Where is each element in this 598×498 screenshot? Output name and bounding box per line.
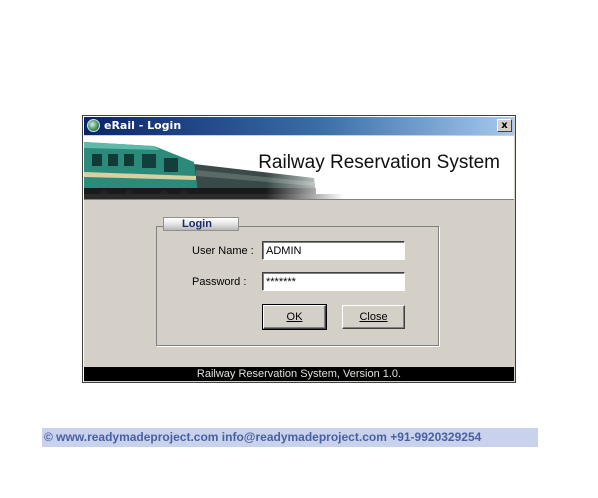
ok-button[interactable]: OK (262, 304, 327, 330)
password-label: Password : (192, 276, 247, 288)
username-label: User Name : (192, 245, 254, 257)
window-close-button[interactable]: x (497, 119, 512, 132)
password-field[interactable] (262, 272, 405, 291)
title-bar[interactable]: eRail - Login x (84, 117, 514, 135)
globe-icon (87, 119, 100, 132)
login-group-label: Login (163, 217, 239, 231)
footer-banner: © www.readymadeproject.com info@readymad… (42, 428, 538, 447)
close-icon: x (501, 120, 508, 131)
banner-title: Railway Reservation System (258, 152, 500, 173)
login-window: eRail - Login x Railway Reservation Syst… (82, 115, 516, 383)
banner-divider (84, 199, 514, 200)
close-button[interactable]: Close (342, 305, 405, 329)
username-field[interactable] (262, 241, 405, 260)
window-title: eRail - Login (104, 119, 182, 132)
banner: Railway Reservation System (84, 136, 514, 199)
status-bar: Railway Reservation System, Version 1.0. (84, 367, 514, 381)
